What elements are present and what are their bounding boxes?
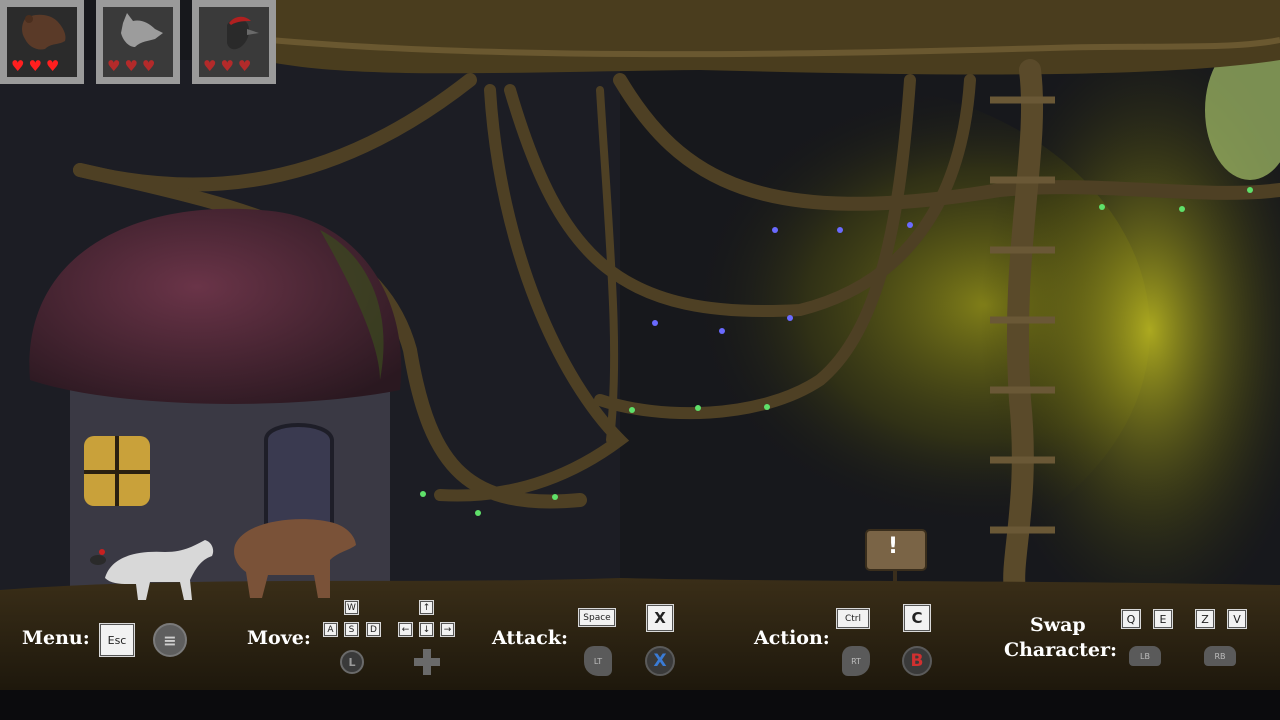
a-key[interactable]: A <box>323 622 338 637</box>
heart-icon: ♥ <box>107 57 121 75</box>
x-key[interactable]: X <box>646 604 674 632</box>
v-key[interactable]: V <box>1227 609 1247 629</box>
lt-trigger[interactable]: LT <box>584 646 612 676</box>
menu-label: Menu: <box>22 627 90 649</box>
ctrl-key[interactable]: Ctrl <box>836 608 870 629</box>
move-label: Move: <box>247 627 311 649</box>
esc-key[interactable]: Esc <box>99 623 135 657</box>
e-key[interactable]: E <box>1153 609 1173 629</box>
heart-icon: ♥ <box>28 57 42 75</box>
b-button[interactable]: B <box>902 646 932 676</box>
arrow-left-key[interactable]: ← <box>398 622 413 637</box>
q-key[interactable]: Q <box>1121 609 1141 629</box>
menu-lines-icon[interactable]: ≡ <box>153 623 187 657</box>
z-key[interactable]: Z <box>1195 609 1215 629</box>
x-button[interactable]: X <box>645 646 675 676</box>
dpad-icon[interactable] <box>414 649 440 675</box>
lb-bumper[interactable]: LB <box>1129 646 1161 666</box>
woodpecker-portrait-icon <box>227 16 259 50</box>
game-scene: ! <box>0 0 1280 720</box>
arrow-down-key[interactable]: ↓ <box>419 622 434 637</box>
heart-icon: ♥ <box>237 57 252 75</box>
rt-trigger[interactable]: RT <box>842 646 870 676</box>
heart-icon: ♥ <box>141 57 156 75</box>
arrow-right-key[interactable]: → <box>440 622 455 637</box>
portrait-bear[interactable]: ♥ ♥ ♥ <box>0 0 84 84</box>
w-key[interactable]: W <box>344 600 359 615</box>
left-stick-icon[interactable]: L <box>340 650 364 674</box>
bear-hearts: ♥ ♥ ♥ <box>11 59 59 74</box>
attack-label: Attack: <box>492 627 569 649</box>
s-key[interactable]: S <box>344 622 359 637</box>
arrow-up-key[interactable]: ↑ <box>419 600 434 615</box>
heart-icon: ♥ <box>11 57 25 75</box>
wolf-portrait-icon <box>121 13 163 47</box>
heart-icon: ♥ <box>203 57 217 75</box>
heart-icon: ♥ <box>220 57 234 75</box>
heart-icon: ♥ <box>45 57 60 75</box>
action-label: Action: <box>754 627 830 649</box>
swap-label-line1: Swap <box>1030 614 1086 636</box>
swap-label-line2: Character: <box>1004 639 1118 661</box>
woodpecker-hearts: ♥ ♥ ♥ <box>203 59 251 74</box>
rb-bumper[interactable]: RB <box>1204 646 1236 666</box>
sign-mark: ! <box>888 534 899 559</box>
bear-portrait-icon <box>22 14 66 50</box>
cave-background <box>0 0 1280 720</box>
portrait-wolf[interactable]: ♥ ♥ ♥ <box>96 0 180 84</box>
space-key[interactable]: Space <box>578 608 616 627</box>
c-key[interactable]: C <box>903 604 931 632</box>
heart-icon: ♥ <box>124 57 138 75</box>
portrait-woodpecker[interactable]: ♥ ♥ ♥ <box>192 0 276 84</box>
wolf-hearts: ♥ ♥ ♥ <box>107 59 155 74</box>
d-key[interactable]: D <box>366 622 381 637</box>
